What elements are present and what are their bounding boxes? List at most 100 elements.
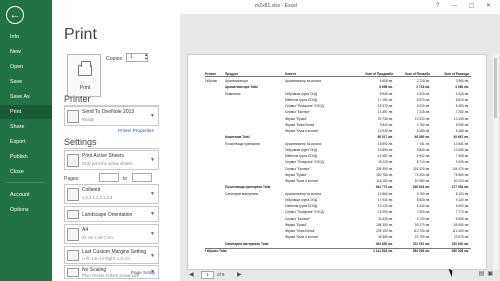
preview-cell: 5 720 лв. xyxy=(416,216,430,221)
preview-row: Санитарни материали Total 452 650 лв. 222 … xyxy=(205,242,471,247)
preview-row: Фирма "Ерика" 150 780 лв. 74 200 лв. 76 580… xyxy=(205,173,471,178)
preview-cell: 8 945 лв. xyxy=(379,91,393,96)
prev-page-icon[interactable]: ◀ xyxy=(189,271,194,278)
preview-cell: Ароматизатор за колата xyxy=(285,141,321,146)
preview-cell: 8 610 лв. xyxy=(455,97,469,102)
copies-label: Copies: xyxy=(106,56,124,62)
nav-item-export[interactable]: Export xyxy=(0,135,52,149)
orientation-select[interactable]: Landscape Orientation ▼ xyxy=(64,206,159,222)
nav-item-options[interactable]: Options xyxy=(0,203,52,217)
printer-select[interactable]: Send To OneNote 2013 Ready ▼ xyxy=(64,106,159,126)
pages-from-input[interactable] xyxy=(99,173,119,182)
preview-row: Ароматизатори Total 6 698 лв. 2 718 лв. 3 9… xyxy=(205,85,471,90)
preview-row: Санитарни материали Ароматизатор за колат… xyxy=(205,192,471,197)
header-cell: Регион xyxy=(205,72,216,76)
chevron-down-icon: ▼ xyxy=(150,191,155,197)
preview-cell: Габровска група ООД xyxy=(285,91,317,96)
preview-cell: 1 141 834 лв. xyxy=(373,248,393,253)
preview-cell: 118 180 лв. xyxy=(376,179,393,183)
preview-cell: 101 020 лв. xyxy=(413,166,430,171)
back-arrow-icon[interactable]: ← xyxy=(6,6,24,24)
preview-cell: Сервиз "Експерт" xyxy=(285,216,311,221)
preview-cell: 225 100 лв. xyxy=(376,229,393,233)
margins-select[interactable]: Last Custom Margins Setting Left: 1,8 cm… xyxy=(64,246,159,264)
preview-cell: 74 200 лв. xyxy=(414,172,430,177)
preview-cell: 55 080 лв. xyxy=(453,222,469,227)
preview-cell: Фирма "Ерика" xyxy=(285,222,308,227)
preview-cell: 18 115 лв. xyxy=(378,160,393,165)
preview-cell: 6 698 лв. xyxy=(379,85,393,90)
chevron-down-icon: ▼ xyxy=(150,157,155,163)
preview-row: Фирма "Кола и колите" 10 940 лв. 5 455 лв.… xyxy=(205,129,471,134)
nav-item-close[interactable]: Close xyxy=(0,165,52,179)
zoom-to-page-icon[interactable]: ▣ xyxy=(487,271,496,277)
preview-row: Фирма "Кола и колите" 118 180 лв. 57 960 л… xyxy=(205,179,471,184)
scaling-icon xyxy=(67,268,79,277)
print-what-select[interactable]: Print Active Sheets Only print the activ… xyxy=(64,150,159,170)
nav-item-open[interactable]: Open xyxy=(0,60,52,74)
window-controls[interactable]: ? — ▢ ✕ xyxy=(436,2,496,9)
printer-device-icon xyxy=(67,110,79,123)
nav-item-new[interactable]: New xyxy=(0,45,52,59)
preview-cell: 8 820 лв. xyxy=(416,197,430,202)
preview-cell: Фирма "Ерика" xyxy=(285,172,308,177)
preview-row: Козметика Total 98 517 лв. 48 850 лв. 49 66… xyxy=(205,135,471,140)
page-setup-link[interactable]: Page Setup xyxy=(131,270,155,275)
preview-cell: 14 497 лв. xyxy=(377,110,393,115)
preview-cell: Сервиз "Полиране" ЕООД xyxy=(285,104,324,108)
preview-cell: Мебелна група ЕООД xyxy=(285,204,318,208)
collation-select[interactable]: Collated 1,2,3 1,2,3 1,2,3 ▼ xyxy=(64,184,159,204)
nav-item-info[interactable]: Info xyxy=(0,30,52,44)
preview-cell: 48 850 лв. xyxy=(414,135,430,140)
preview-cell: 104 470 лв. xyxy=(452,166,469,171)
nav-item-print[interactable]: Print xyxy=(0,105,52,119)
preview-cell: 17 940 лв. xyxy=(377,197,393,202)
preview-cell: 23 575 лв. xyxy=(453,235,469,240)
preview-cell: 3 980 лв. xyxy=(455,79,469,83)
zoom-controls[interactable]: ▤▣ xyxy=(479,270,496,277)
preview-cell: Сервиз "Полиране" ЕООД xyxy=(285,210,324,215)
nav-item-account[interactable]: Account xyxy=(0,188,52,202)
nav-item-publish[interactable]: Publish xyxy=(0,150,52,164)
chevron-down-icon: ▼ xyxy=(150,253,155,259)
nav-divider xyxy=(6,182,46,183)
header-cell: Продукт xyxy=(225,72,239,76)
preview-cell: 150 780 лв. xyxy=(376,172,393,177)
chevron-down-icon: ▼ xyxy=(150,231,155,237)
preview-cell: 7 520 лв. xyxy=(416,210,430,215)
pages-to-input[interactable] xyxy=(132,173,152,182)
next-page-icon[interactable]: ▶ xyxy=(237,271,242,278)
margins-icon xyxy=(67,250,79,261)
print-button[interactable]: Print xyxy=(67,54,101,97)
preview-cell: 6 760 лв. xyxy=(416,191,430,196)
nav-item-share[interactable]: Share xyxy=(0,120,52,134)
preview-cell: Мебелна група ЕООД xyxy=(285,97,318,102)
preview-cell: Ароматизатори xyxy=(225,79,248,83)
page-count: of 8 xyxy=(217,272,225,277)
preview-cell: 46 365 лв. xyxy=(377,235,393,240)
copies-spinner-icon[interactable]: ▲ ▼ xyxy=(144,53,148,61)
printer-status: Ready xyxy=(82,117,95,122)
preview-cell: Фирма "Нова Епоха" xyxy=(285,229,316,233)
current-page-input[interactable]: 1 xyxy=(201,271,214,279)
printer-properties-link[interactable]: Printer Properties xyxy=(118,128,154,133)
preview-row: Козметика Габровска група ООД 8 945 лв. 4 5… xyxy=(205,92,471,97)
collation-sub: 1,2,3 1,2,3 1,2,3 xyxy=(82,195,113,200)
preview-cell: 14 487 лв. xyxy=(377,154,393,158)
preview-scrollbar[interactable] xyxy=(493,54,498,270)
preview-row: Фирма "Ерика" 108 350 лв. 53 270 лв. 55 080… xyxy=(205,223,471,228)
preview-cell: 9 840 лв. xyxy=(379,122,393,127)
scrollbar-thumb[interactable] xyxy=(494,58,497,118)
nav-item-save-as[interactable]: Save As xyxy=(0,90,52,104)
preview-cell: Ароматизатор за колата xyxy=(285,191,321,196)
print-preview: Регион Продукт Клиент Sum of Продажба Su… xyxy=(180,14,500,281)
nav-item-save[interactable]: Save xyxy=(0,75,52,89)
margins-sub: Left: 1,8 cm Right: 1,8 cm xyxy=(82,256,130,261)
preview-row: Сервиз "Експерт" 11 625 лв. 5 720 лв. 5 905… xyxy=(205,217,471,222)
preview-cell: Мебелна група ЕООД xyxy=(285,154,318,158)
preview-cell: Сервиз "Експерт" xyxy=(285,166,311,171)
paper-size-select[interactable]: A4 21 cm x 29.7 cm ▼ xyxy=(64,224,159,244)
preview-cell: 7 911 лв. xyxy=(416,141,430,146)
preview-cell: Габровска група ООД xyxy=(285,197,317,202)
preview-cell: 554 526 лв. xyxy=(412,248,430,253)
